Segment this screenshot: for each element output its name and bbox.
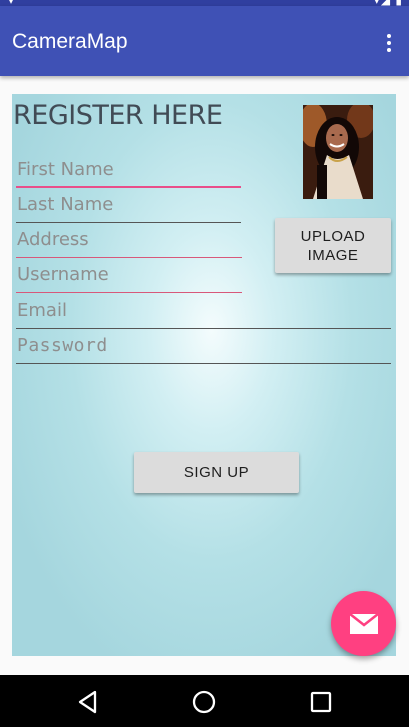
upload-image-button[interactable]: UPLOAD IMAGE	[275, 218, 391, 273]
app-title: CameraMap	[12, 30, 128, 53]
more-vert-icon[interactable]	[379, 28, 399, 58]
address-underline	[16, 257, 242, 258]
page-title: REGISTER HERE	[13, 100, 223, 131]
username-underline	[16, 292, 242, 293]
last-name-placeholder: Last Name	[17, 194, 114, 215]
address-placeholder: Address	[17, 229, 89, 250]
email-field[interactable]: Email	[16, 295, 391, 329]
upload-label-line2: IMAGE	[307, 246, 359, 264]
upload-label-line1: UPLOAD	[300, 227, 366, 245]
username-field[interactable]: Username	[16, 259, 242, 293]
app-bar: CameraMap	[0, 6, 409, 76]
email-fab-button[interactable]	[331, 591, 396, 656]
first-name-placeholder: First Name	[17, 159, 114, 180]
password-placeholder: Password	[17, 335, 108, 356]
first-name-underline	[16, 186, 241, 188]
home-circle-icon[interactable]	[191, 689, 217, 715]
email-underline	[16, 328, 391, 329]
recents-square-icon[interactable]	[308, 689, 334, 715]
password-field[interactable]: Password	[16, 330, 391, 364]
address-field[interactable]: Address	[16, 224, 242, 258]
last-name-underline	[16, 222, 241, 223]
profile-image	[303, 105, 373, 199]
email-icon	[348, 612, 379, 634]
password-underline	[16, 363, 391, 364]
sign-up-button[interactable]: SIGN UP	[134, 452, 299, 493]
system-nav-bar	[0, 675, 409, 727]
first-name-field[interactable]: First Name	[16, 154, 241, 188]
username-placeholder: Username	[17, 264, 109, 285]
email-placeholder: Email	[17, 300, 67, 321]
register-panel: REGISTER HERE First Name Last Name Addre…	[12, 94, 396, 656]
last-name-field[interactable]: Last Name	[16, 189, 241, 223]
back-triangle-icon[interactable]	[75, 689, 101, 715]
